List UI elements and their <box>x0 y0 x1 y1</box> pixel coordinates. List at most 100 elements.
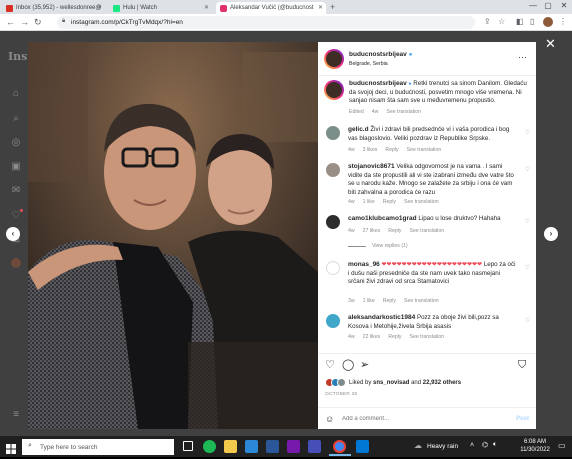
notification-center-icon[interactable]: ▭ <box>558 441 566 450</box>
prev-post-button[interactable]: ‹ <box>6 227 20 241</box>
home-icon[interactable]: ⌂ <box>10 88 22 100</box>
explore-icon[interactable]: ◎ <box>10 137 22 149</box>
weather-icon[interactable]: ☁ <box>414 441 422 450</box>
reels-icon[interactable]: ▣ <box>10 161 22 173</box>
save-icon[interactable]: ⛉ <box>518 359 526 371</box>
commenter-username[interactable]: monas_96 <box>348 261 380 268</box>
next-post-button[interactable]: › <box>544 227 558 241</box>
like-comment-icon[interactable]: ♡ <box>525 129 530 136</box>
tray-chevron-icon[interactable]: ˄ <box>470 442 474 449</box>
reply-link[interactable]: Reply <box>385 147 398 153</box>
commenter-avatar[interactable] <box>326 126 340 140</box>
close-modal-button[interactable]: ✕ <box>545 36 556 52</box>
share-icon[interactable]: ➢ <box>360 359 369 371</box>
caption-username[interactable]: buducnostsrbijeav <box>349 80 407 87</box>
commenter-avatar[interactable] <box>326 215 340 229</box>
edge-icon[interactable] <box>356 440 369 453</box>
comment-likes[interactable]: 22 likes <box>363 334 381 340</box>
post-date[interactable]: OCTOBER 28 <box>325 392 357 397</box>
back-icon[interactable]: ← <box>6 17 15 27</box>
like-icon[interactable]: ♡ <box>325 359 335 371</box>
windows-start-icon[interactable] <box>6 441 16 454</box>
window-close-button[interactable]: ✕ <box>557 1 571 10</box>
liked-by-user[interactable]: sns_novisad <box>373 380 409 386</box>
reply-link[interactable]: Reply <box>383 199 396 205</box>
like-comment-icon[interactable]: ♡ <box>525 317 530 324</box>
close-tab-icon[interactable]: ✕ <box>318 4 323 11</box>
reply-link[interactable]: Reply <box>383 298 396 304</box>
clock-time[interactable]: 6:08 AM <box>518 439 552 445</box>
address-bar[interactable]: instagram.com/p/CkTrgTvMdqx/?hl=en <box>57 16 475 29</box>
likes-count[interactable]: 22,932 others <box>423 380 461 386</box>
chrome-icon[interactable] <box>333 440 346 453</box>
close-tab-icon[interactable]: ✕ <box>97 4 102 11</box>
more-menu-icon[interactable]: ≡ <box>10 409 22 421</box>
reload-icon[interactable]: ↻ <box>34 17 42 27</box>
commenter-avatar[interactable] <box>326 261 340 275</box>
like-comment-icon[interactable]: ♡ <box>525 264 530 271</box>
add-comment-input[interactable] <box>342 413 502 425</box>
taskbar-search[interactable]: ⌕ Type here to search <box>22 439 174 455</box>
tab-gmail[interactable]: Inbox (35,952) - wellesdonree@ ✕ <box>2 2 105 14</box>
spotify-icon[interactable] <box>203 440 216 453</box>
teams-icon[interactable] <box>308 440 321 453</box>
see-translation-link[interactable]: See translation <box>410 334 445 340</box>
profile-avatar[interactable] <box>543 17 553 27</box>
commenter-username[interactable]: gelic.d <box>348 126 369 133</box>
comment-likes[interactable]: 1 like <box>363 298 375 304</box>
share-icon[interactable]: ⇪ <box>484 17 491 27</box>
profile-icon[interactable] <box>11 258 21 268</box>
comment-likes[interactable]: 1 like <box>363 199 375 205</box>
maximize-button[interactable]: ▢ <box>541 1 555 10</box>
view-replies-row[interactable]: View replies (1) <box>348 243 416 249</box>
commenter-avatar[interactable] <box>326 163 340 177</box>
post-photo[interactable] <box>28 42 318 429</box>
minimize-button[interactable]: — <box>526 1 540 10</box>
commenter-username[interactable]: stojanovic8671 <box>348 163 395 170</box>
clock-date[interactable]: 11/30/2022 <box>518 447 552 453</box>
more-options-icon[interactable]: ··· <box>518 52 527 62</box>
new-tab-button[interactable]: + <box>330 2 335 12</box>
messages-icon[interactable]: ✉ <box>10 185 22 197</box>
bookmark-star-icon[interactable]: ☆ <box>498 17 505 27</box>
search-icon[interactable]: ⌕ <box>10 113 22 125</box>
reply-link[interactable]: Reply <box>388 228 401 234</box>
like-comment-icon[interactable]: ♡ <box>525 166 530 173</box>
search-placeholder: Type here to search <box>40 443 98 451</box>
commenter-username[interactable]: aleksandarkostic1984 <box>348 314 415 321</box>
menu-icon[interactable]: ⋮ <box>559 17 567 27</box>
post-location[interactable]: Belgrade, Serbia <box>349 61 388 67</box>
tab-instagram[interactable]: Aleksandar Vučić (@buducnost ✕ <box>216 2 326 14</box>
file-explorer-icon[interactable] <box>224 440 237 453</box>
author-username[interactable]: buducnostsrbijeav <box>349 51 407 58</box>
mail-icon[interactable] <box>245 440 258 453</box>
word-icon[interactable] <box>266 440 279 453</box>
weather-text[interactable]: Heavy rain <box>427 443 458 450</box>
close-tab-icon[interactable]: ✕ <box>204 4 209 11</box>
like-comment-icon[interactable]: ♡ <box>525 218 530 225</box>
comment-icon[interactable]: ◯ <box>342 359 354 371</box>
see-translation-link[interactable]: See translation <box>404 199 439 205</box>
forward-icon[interactable]: → <box>20 17 29 27</box>
comment-likes[interactable]: 3 likes <box>363 147 378 153</box>
see-translation-link[interactable]: See translation <box>410 228 445 234</box>
reply-link[interactable]: Reply <box>388 334 401 340</box>
extensions-icon[interactable]: ◧ <box>516 17 524 27</box>
task-view-icon[interactable] <box>183 441 193 451</box>
commenter-avatar[interactable] <box>326 314 340 328</box>
network-icon[interactable]: ⌬ <box>482 441 488 449</box>
see-translation-link[interactable]: See translation <box>404 298 439 304</box>
view-replies-link[interactable]: View replies (1) <box>372 243 408 249</box>
volume-icon[interactable]: 🔈︎ <box>493 441 497 449</box>
commenter-username[interactable]: camo1klubcamo1grad <box>348 215 417 222</box>
emoji-icon[interactable]: ☺ <box>325 414 334 424</box>
post-comment-button[interactable]: Post <box>516 416 529 422</box>
see-translation-link[interactable]: See translation <box>407 147 442 153</box>
caption-avatar-ring[interactable] <box>324 80 344 100</box>
see-translation-link[interactable]: See translation <box>386 109 421 115</box>
sidebar-icon[interactable]: ▯ <box>530 17 534 27</box>
author-avatar-ring[interactable] <box>324 49 344 69</box>
onenote-icon[interactable] <box>287 440 300 453</box>
comment-likes[interactable]: 27 likes <box>363 228 381 234</box>
tab-hulu[interactable]: Hulu | Watch ✕ <box>109 2 212 14</box>
